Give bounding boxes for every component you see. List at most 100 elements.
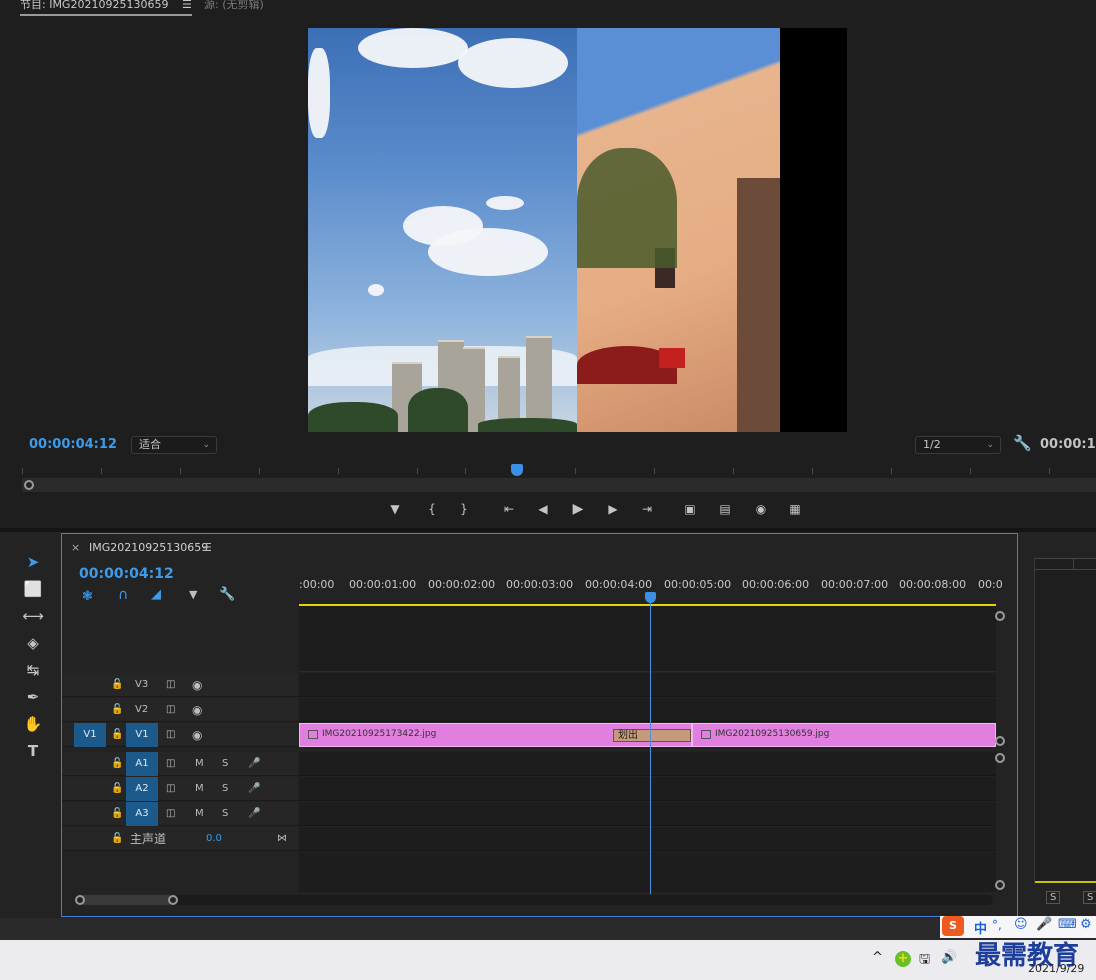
play-icon[interactable]: ▶ [569, 500, 587, 518]
resolution-select[interactable]: 1/2 ⌄ [915, 436, 1001, 454]
comparison-view-icon[interactable]: ▦ [786, 500, 804, 518]
solo-button[interactable]: S [1046, 891, 1061, 904]
sync-lock-icon[interactable]: ◫ [166, 698, 175, 722]
camera-icon[interactable]: ◉ [752, 500, 770, 518]
lock-icon[interactable]: 🔓 [111, 723, 123, 747]
track-header-master[interactable]: 🔓 主声道 0.0 ⋈ [62, 827, 298, 851]
track-a3[interactable] [299, 802, 996, 826]
track-header-v3[interactable]: 🔓 V3 ◫ ◉ [62, 673, 298, 697]
monitor-scrollbar[interactable] [22, 478, 1096, 492]
eye-icon[interactable]: ◉ [192, 723, 202, 747]
microphone-icon[interactable]: 🎤 [248, 802, 260, 826]
solo-button[interactable]: S [1083, 891, 1096, 904]
track-header-a1[interactable]: 🔓 A1 ◫ M S 🎤 [62, 752, 298, 776]
go-to-in-icon[interactable]: ⇤ [500, 500, 518, 518]
network-icon[interactable]: 🖫 [919, 950, 930, 972]
pen-tool-icon[interactable]: ✒ [20, 686, 46, 708]
panel-divider[interactable] [0, 528, 1096, 532]
track-a2[interactable] [299, 777, 996, 801]
lock-icon[interactable]: 🔓 [111, 802, 123, 826]
scroll-handle-left[interactable] [24, 480, 34, 490]
tab-source[interactable]: 源: (无剪辑) [204, 0, 264, 12]
track-target-v1[interactable]: V1 [126, 723, 158, 747]
mute-button[interactable]: M [195, 752, 204, 776]
volume-icon[interactable]: 🔊 [941, 950, 957, 965]
track-target-a3[interactable]: A3 [126, 802, 158, 826]
program-timecode[interactable]: 00:00:04:12 [29, 437, 117, 452]
vscroll-handle[interactable] [995, 736, 1005, 746]
go-to-out-icon[interactable]: ⇥ [638, 500, 656, 518]
program-video-frame[interactable] [308, 28, 847, 432]
microphone-icon[interactable]: 🎤 [248, 777, 260, 801]
tray-overflow-icon[interactable]: ^ [872, 950, 883, 965]
lock-icon[interactable]: 🔓 [111, 698, 123, 722]
sogou-ime-icon[interactable]: S [942, 916, 964, 936]
master-volume-value[interactable]: 0.0 [206, 827, 222, 851]
extract-icon[interactable]: ▤ [716, 500, 734, 518]
hscroll-handle-right[interactable] [168, 895, 178, 905]
source-patch-v1[interactable]: V1 [74, 723, 106, 747]
hscroll-handle-left[interactable] [75, 895, 85, 905]
vscroll-handle[interactable] [995, 753, 1005, 763]
snap-icon[interactable]: ∩ [118, 587, 128, 603]
track-header-a3[interactable]: 🔓 A3 ◫ M S 🎤 [62, 802, 298, 826]
track-select-tool-icon[interactable]: ⬜ [20, 578, 46, 600]
mute-button[interactable]: M [195, 777, 204, 801]
eye-icon[interactable]: ◉ [192, 673, 202, 697]
linked-selection-icon[interactable]: ◢ [151, 587, 161, 602]
lock-icon[interactable]: 🔓 [111, 777, 123, 801]
track-target-a1[interactable]: A1 [126, 752, 158, 776]
solo-button[interactable]: S [222, 802, 228, 826]
timeline-settings-icon[interactable]: 🔧 [219, 587, 235, 602]
horizontal-scrollbar[interactable] [76, 895, 993, 905]
marker-icon[interactable]: ▼ [386, 500, 404, 518]
emoji-icon[interactable]: ☺ [1014, 917, 1028, 932]
playhead-handle[interactable] [645, 592, 656, 603]
scroll-thumb[interactable] [78, 895, 174, 905]
track-header-a2[interactable]: 🔓 A2 ◫ M S 🎤 [62, 777, 298, 801]
solo-button[interactable]: S [222, 777, 228, 801]
ime-punct[interactable]: °, [992, 918, 1002, 932]
go-to-edge-icon[interactable]: ⋈ [277, 827, 287, 851]
vscroll-handle-bottom[interactable] [995, 880, 1005, 890]
close-icon[interactable]: × [71, 541, 80, 554]
lift-icon[interactable]: ▣ [681, 500, 699, 518]
hand-tool-icon[interactable]: ✋ [20, 713, 46, 735]
solo-button[interactable]: S [222, 752, 228, 776]
microphone-icon[interactable]: 🎤 [248, 752, 260, 776]
track-a1[interactable] [299, 752, 996, 776]
tray-date[interactable]: 2021/9/29 [1028, 962, 1084, 975]
sync-lock-icon[interactable]: ◫ [166, 752, 175, 776]
clip-2[interactable]: IMG20210925130659.jpg [692, 723, 996, 747]
security-tray-icon[interactable]: + [895, 951, 911, 967]
track-target-a2[interactable]: A2 [126, 777, 158, 801]
lock-icon[interactable]: 🔓 [111, 827, 123, 851]
nest-sequence-icon[interactable]: ❃ [82, 589, 93, 604]
sync-lock-icon[interactable]: ◫ [166, 802, 175, 826]
sync-lock-icon[interactable]: ◫ [166, 673, 175, 697]
type-tool-icon[interactable]: T [20, 740, 46, 762]
eye-icon[interactable]: ◉ [192, 698, 202, 722]
monitor-playhead[interactable] [511, 464, 523, 476]
timeline-timecode[interactable]: 00:00:04:12 [79, 566, 174, 582]
add-marker-icon[interactable]: ▼ [189, 588, 197, 601]
mute-button[interactable]: M [195, 802, 204, 826]
track-master[interactable] [299, 827, 996, 851]
panel-menu-icon[interactable]: ☰ [202, 541, 212, 554]
lock-icon[interactable]: 🔓 [111, 673, 123, 697]
track-v2[interactable] [299, 698, 996, 722]
zoom-select[interactable]: 适合 ⌄ [131, 436, 217, 454]
sync-lock-icon[interactable]: ◫ [166, 723, 175, 747]
step-forward-icon[interactable]: ▶ [604, 500, 622, 518]
razor-tool-icon[interactable]: ◈ [20, 632, 46, 654]
slip-tool-icon[interactable]: ↹ [20, 659, 46, 681]
keyboard-icon[interactable]: ⌨ [1058, 917, 1077, 932]
tab-program[interactable]: 节目: IMG20210925130659 ☰ [20, 0, 192, 16]
selection-tool-icon[interactable]: ➤ [20, 551, 46, 573]
sequence-tab[interactable]: IMG20210925130659 [89, 541, 208, 554]
lock-icon[interactable]: 🔓 [111, 752, 123, 776]
transition-block[interactable]: 划出 [613, 729, 691, 742]
tab-menu-icon[interactable]: ☰ [182, 0, 192, 11]
vscroll-handle-top[interactable] [995, 611, 1005, 621]
playhead-line[interactable] [650, 594, 651, 894]
